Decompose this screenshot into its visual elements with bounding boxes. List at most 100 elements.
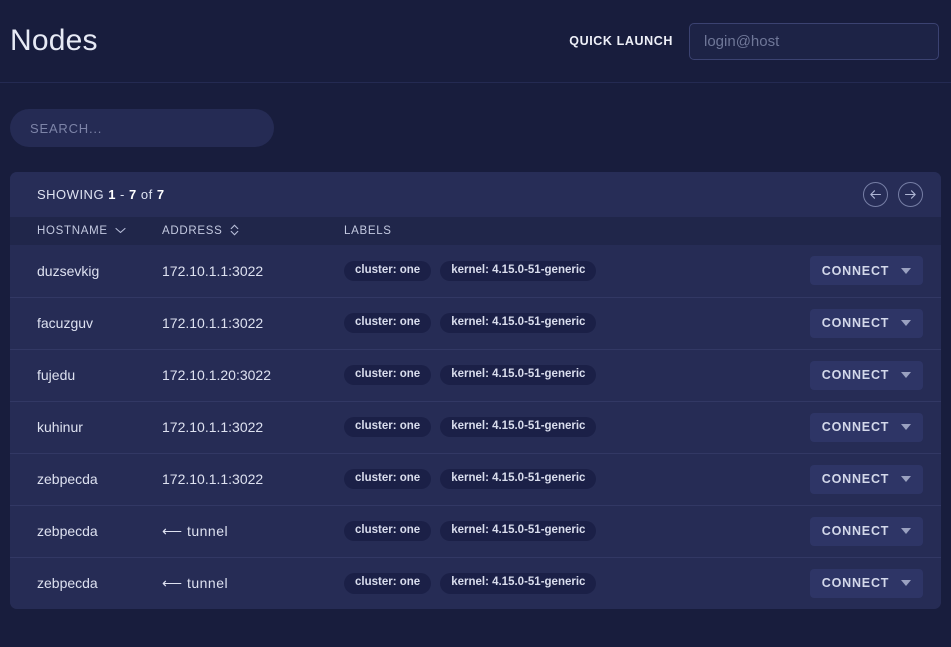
cell-labels: cluster: one kernel: 4.15.0-51-generic [344, 245, 737, 297]
label-chip-group: cluster: one kernel: 4.15.0-51-generic [344, 468, 737, 490]
cell-address: 172.10.1.1:3022 [162, 419, 264, 435]
cell-actions: CONNECT [737, 245, 941, 297]
cell-actions: CONNECT [737, 557, 941, 609]
connect-button-label: CONNECT [821, 316, 890, 330]
connect-button-label: CONNECT [821, 576, 890, 591]
caret-down-icon [901, 580, 912, 587]
cell-address: 172.10.1.1:3022 [162, 262, 264, 279]
nodes-page: Nodes QUICK LAUNCH SHOWING 1 - 7 of 7 [0, 0, 951, 647]
cell-labels: cluster: one kernel: 4.15.0-51-generic [344, 453, 737, 505]
label-chip[interactable]: kernel: 4.15.0-51-generic [440, 520, 597, 542]
arrow-left-circle-icon [869, 189, 882, 200]
label-chip-group: cluster: one kernel: 4.15.0-51-generic [344, 416, 737, 438]
label-chip[interactable]: kernel: 4.15.0-51-generic [440, 468, 597, 490]
search-bar [0, 83, 951, 147]
table-row: zebpecda 172.10.1.1:3022 cluster: one kerne… [10, 453, 941, 505]
table-row: facuzguv 172.10.1.1:3022 cluster: one kerne… [10, 297, 941, 349]
label-chip[interactable]: cluster: one [344, 260, 432, 281]
arrow-right-circle-icon [904, 189, 917, 200]
cell-hostname: kuhinur [37, 419, 83, 435]
label-chip-group: cluster: one kernel: 4.15.0-51-generic [344, 260, 737, 281]
label-chip[interactable]: cluster: one [344, 364, 432, 386]
label-chip[interactable]: cluster: one [344, 573, 432, 594]
cell-address: ⟵ tunnel [162, 574, 229, 591]
caret-down-icon [901, 267, 912, 274]
quick-launch-input[interactable] [689, 22, 939, 60]
label-chip-group: cluster: one kernel: 4.15.0-51-generic [344, 364, 737, 386]
cell-hostname: duzsevkig [37, 262, 100, 279]
next-page-button[interactable] [898, 182, 923, 207]
connect-button[interactable]: CONNECT [810, 516, 923, 546]
connect-button[interactable]: CONNECT [810, 464, 923, 494]
label-chip[interactable]: kernel: 4.15.0-51-generic [440, 573, 597, 594]
cell-address: 172.10.1.1:3022 [162, 315, 264, 331]
column-header-actions [737, 217, 941, 245]
cell-hostname: fujedu [37, 367, 76, 383]
connect-button-label: CONNECT [821, 368, 890, 382]
table-body: duzsevkig 172.10.1.1:3022 cluster: one kern… [10, 245, 941, 609]
label-chip[interactable]: cluster: one [344, 468, 432, 490]
cell-actions: CONNECT [737, 297, 941, 349]
cell-actions: CONNECT [737, 453, 941, 505]
cell-hostname: facuzguv [37, 315, 94, 331]
column-label-hostname: HOSTNAME [37, 225, 108, 237]
column-header-labels: LABELS [344, 217, 738, 245]
cell-address: 172.10.1.20:3022 [162, 367, 271, 383]
search-input[interactable] [10, 109, 274, 147]
showing-dash: - [120, 187, 125, 202]
cell-actions: CONNECT [737, 401, 941, 453]
showing-summary: SHOWING 1 - 7 of 7 [37, 187, 165, 202]
cell-hostname: zebpecda [37, 471, 98, 487]
label-chip[interactable]: cluster: one [344, 312, 432, 334]
cell-labels: cluster: one kernel: 4.15.0-51-generic [344, 401, 737, 453]
table-row: zebpecda ⟵ tunnel cluster: one kernel: 4.15… [10, 557, 941, 609]
table-header-row: HOSTNAME ADDRESS LABELS [10, 217, 941, 245]
caret-down-icon [901, 320, 912, 326]
table-row: duzsevkig 172.10.1.1:3022 cluster: one kern… [10, 245, 941, 297]
showing-total: 7 [156, 187, 165, 202]
label-chip[interactable]: kernel: 4.15.0-51-generic [440, 364, 597, 386]
label-chip[interactable]: cluster: one [344, 520, 432, 542]
table-toolbar: SHOWING 1 - 7 of 7 [10, 172, 941, 217]
caret-down-icon [901, 528, 912, 534]
table-row: fujedu 172.10.1.20:3022 cluster: one kernel… [10, 349, 941, 401]
quick-launch-group: QUICK LAUNCH [569, 22, 939, 60]
page-header: Nodes QUICK LAUNCH [0, 0, 951, 83]
table-row: kuhinur 172.10.1.1:3022 cluster: one kernel… [10, 401, 941, 453]
showing-prefix: SHOWING [37, 187, 105, 202]
cell-address: 172.10.1.1:3022 [162, 471, 264, 487]
connect-button[interactable]: CONNECT [810, 308, 923, 338]
prev-page-button[interactable] [863, 182, 888, 207]
chevron-up-down-icon [230, 224, 239, 239]
nodes-table-card: SHOWING 1 - 7 of 7 HOSTNAME ADDRESS LABE… [10, 172, 941, 609]
cell-hostname: zebpecda [37, 575, 98, 592]
cell-labels: cluster: one kernel: 4.15.0-51-generic [344, 505, 737, 557]
table-row: zebpecda ⟵ tunnel cluster: one kernel: 4.15… [10, 505, 941, 557]
connect-button[interactable]: CONNECT [810, 360, 923, 390]
label-chip[interactable]: kernel: 4.15.0-51-generic [440, 312, 597, 334]
caret-down-icon [901, 424, 912, 430]
showing-of: of [140, 187, 153, 202]
connect-button-label: CONNECT [821, 524, 890, 538]
quick-launch-label: QUICK LAUNCH [569, 34, 673, 48]
cell-actions: CONNECT [737, 349, 941, 401]
showing-to: 7 [129, 187, 137, 202]
connect-button[interactable]: CONNECT [810, 412, 923, 442]
connect-button-label: CONNECT [821, 472, 890, 486]
caret-down-icon [901, 476, 912, 482]
label-chip[interactable]: kernel: 4.15.0-51-generic [440, 416, 597, 438]
cell-hostname: zebpecda [37, 523, 98, 539]
table-header: HOSTNAME ADDRESS LABELS [10, 217, 941, 245]
label-chip[interactable]: cluster: one [344, 416, 432, 438]
connect-button[interactable]: CONNECT [810, 256, 923, 286]
column-header-address[interactable]: ADDRESS [162, 217, 344, 245]
connect-button[interactable]: CONNECT [810, 568, 923, 598]
label-chip-group: cluster: one kernel: 4.15.0-51-generic [344, 520, 737, 542]
label-chip[interactable]: kernel: 4.15.0-51-generic [440, 260, 597, 281]
connect-button-label: CONNECT [821, 263, 890, 278]
cell-actions: CONNECT [737, 505, 941, 557]
column-label-labels: LABELS [344, 225, 392, 237]
column-header-hostname[interactable]: HOSTNAME [10, 217, 162, 245]
connect-button-label: CONNECT [821, 420, 890, 434]
nodes-table: HOSTNAME ADDRESS LABELS duzsevkig 172.10… [10, 217, 941, 609]
